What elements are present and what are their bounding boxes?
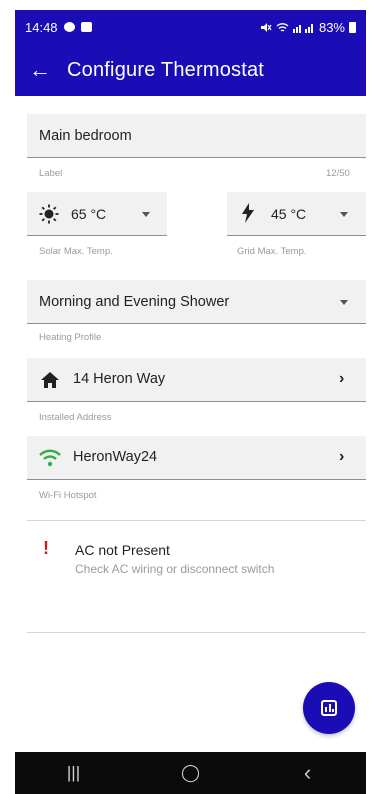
heating-helper: Heating Profile [39, 332, 102, 343]
chevron-down-icon [340, 212, 348, 217]
phone-screen: 14:48 83% ← Configure Thermostat Main be… [15, 10, 366, 794]
label-helper: Label [39, 168, 63, 179]
page-title: Configure Thermostat [67, 58, 265, 81]
gallery-icon [80, 22, 92, 32]
solar-max-temp-select[interactable]: 65 °C [27, 192, 167, 236]
alert-icon: ! [43, 538, 49, 558]
wifi-icon [39, 449, 61, 467]
status-bar: 14:48 83% [15, 10, 366, 44]
grid-max-temp-select[interactable]: 45 °C [227, 192, 366, 236]
alert-subtitle: Check AC wiring or disconnect switch [75, 562, 275, 576]
wifi-status-icon [276, 22, 289, 32]
chat-icon [63, 22, 75, 32]
mute-icon [260, 22, 272, 32]
heating-profile-select[interactable]: Morning and Evening Shower [27, 280, 366, 324]
alert-title: AC not Present [75, 542, 170, 558]
label-counter: 12/50 [326, 168, 350, 179]
divider [27, 520, 366, 521]
label-field-value: Main bedroom [39, 128, 132, 144]
sun-icon [39, 204, 59, 224]
back-button[interactable]: ‹ [283, 760, 333, 786]
battery-icon [349, 21, 356, 33]
solar-helper: Solar Max. Temp. [39, 246, 113, 257]
chart-fab-button[interactable] [303, 682, 355, 734]
chart-icon [321, 700, 337, 716]
chevron-right-icon: › [339, 448, 345, 465]
chevron-down-icon [142, 212, 150, 217]
app-bar: ← Configure Thermostat [15, 44, 366, 96]
recents-button[interactable]: ||| [49, 763, 99, 783]
home-icon [41, 372, 59, 388]
bolt-icon [242, 203, 254, 223]
chevron-right-icon: › [339, 370, 345, 387]
home-button[interactable]: ◯ [166, 763, 216, 783]
battery-percent: 83% [318, 19, 345, 35]
divider [27, 632, 366, 633]
grid-max-temp-value: 45 °C [271, 206, 307, 222]
signal-icon [292, 23, 313, 33]
wifi-helper: Wi-Fi Hotspot [39, 490, 97, 501]
wifi-hotspot-row[interactable]: HeronWay24 › [27, 436, 366, 480]
system-nav-bar: ||| ◯ ‹ [15, 752, 366, 794]
heating-profile-value: Morning and Evening Shower [39, 294, 230, 310]
grid-helper: Grid Max. Temp. [237, 246, 307, 257]
address-helper: Installed Address [39, 412, 112, 423]
back-arrow-icon[interactable]: ← [29, 59, 53, 81]
chevron-down-icon [340, 300, 348, 305]
installed-address-row[interactable]: 14 Heron Way › [27, 358, 366, 402]
address-value: 14 Heron Way [73, 371, 166, 387]
label-field[interactable]: Main bedroom [27, 114, 366, 158]
status-time: 14:48 [25, 19, 58, 35]
solar-max-temp-value: 65 °C [71, 206, 107, 222]
wifi-value: HeronWay24 [73, 449, 158, 465]
